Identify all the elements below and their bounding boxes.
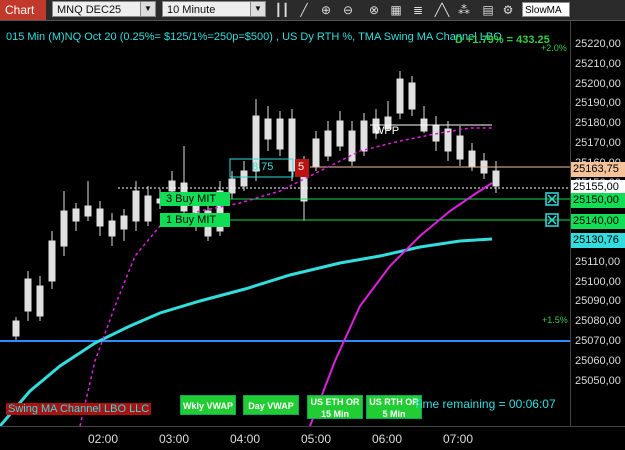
candle-body: [240, 170, 248, 187]
candle-body: [360, 120, 368, 152]
pct-2-label: +2.0%: [541, 43, 567, 53]
price-ladder-icon[interactable]: ≣: [410, 2, 426, 18]
candle-body: [468, 150, 476, 168]
indicator-input[interactable]: SlowMA: [522, 2, 570, 17]
zoom-in-icon[interactable]: ⊕: [318, 2, 334, 18]
price-tick: 25220,00: [575, 38, 621, 50]
chart-canvas: [0, 71, 570, 426]
candle-body: [36, 285, 44, 317]
price-tick: 25050,00: [575, 374, 621, 387]
indicators-icon[interactable]: ╱╲: [434, 2, 450, 18]
us-eth-or-button[interactable]: US ETH OR 15 Min: [307, 395, 363, 419]
chevron-down-icon[interactable]: ▼: [250, 2, 265, 16]
candle-body: [84, 205, 92, 217]
draw-line-icon[interactable]: ╱: [296, 2, 312, 18]
candle-body: [456, 135, 464, 160]
candle-body: [408, 82, 416, 110]
candle-body: [96, 208, 104, 227]
time-axis[interactable]: 02:00 03:00 04:00 05:00 06:00 07:00: [0, 426, 625, 450]
price-axis[interactable]: 25220,00 25210,00 25200,00 25190,00 25180,00…: [570, 21, 625, 426]
chevron-down-icon[interactable]: ▼: [140, 2, 155, 16]
price-tick: 25060,00: [575, 354, 621, 367]
instrument-value: MNQ DEC25: [57, 4, 122, 16]
price-tick: 25100,00: [575, 275, 621, 288]
strategy-label: Swing MA Channel LBO LLC: [6, 403, 152, 415]
chart-tab[interactable]: Chart: [0, 0, 46, 20]
candle-body: [276, 118, 284, 150]
time-tick: 04:00: [230, 432, 261, 446]
time-tick: 03:00: [159, 432, 190, 446]
interval-value: 10 Minute: [167, 4, 216, 16]
chart-toolbar: Chart MNQ DEC25 ▼ 10 Minute ▼ ┃┃ ╱ ⊕ ⊖ ⊗…: [0, 0, 625, 21]
candle-body: [132, 190, 140, 222]
candle-body: [264, 118, 272, 140]
candle-body: [12, 320, 20, 337]
candle-body: [24, 278, 32, 312]
candle-body: [48, 240, 56, 282]
candle-body: [336, 120, 344, 147]
candle-body: [396, 78, 404, 114]
magenta-ma-curve: [309, 182, 493, 426]
data-box-icon[interactable]: ▦: [388, 2, 404, 18]
candle-body: [120, 215, 128, 230]
price-chart-area[interactable]: 015 Min (M)NQ Oct 20 (0.25%= $125/1%=250…: [0, 21, 570, 426]
time-tick: 06:00: [372, 432, 403, 446]
price-marker-label: 25163,75: [571, 162, 625, 177]
buy-mit-order-1[interactable]: 1 Buy MIT: [160, 213, 230, 227]
candle-body: [324, 130, 332, 157]
price-tick: 25190,00: [575, 97, 621, 110]
strategies-icon[interactable]: ⁂: [456, 2, 472, 18]
interval-selector[interactable]: 10 Minute ▼: [162, 1, 266, 17]
price-marker-label: 25140,00: [571, 214, 625, 229]
candle-body: [228, 178, 236, 194]
candle-body: [492, 170, 500, 187]
candle-body: [288, 118, 296, 172]
price-marker-label: 25130,76: [571, 233, 625, 248]
settings-icon[interactable]: ⚙: [500, 2, 516, 18]
candle-body: [168, 180, 176, 192]
candle-body: [312, 138, 320, 167]
daily-change-label: D +1.79% = 433.25: [455, 34, 550, 46]
price-tick: 25070,00: [575, 335, 621, 347]
weekly-vwap-button[interactable]: Wkly VWAP: [180, 395, 236, 415]
price-tick: 25200,00: [575, 77, 621, 90]
time-remaining: Time remaining = 00:06:07: [413, 397, 556, 411]
time-tick: 07:00: [443, 432, 474, 446]
price-tick: 25110,00: [575, 255, 621, 268]
properties-icon[interactable]: ▤: [480, 2, 496, 18]
price-tick: 25170,00: [575, 137, 621, 149]
buy-mit-order-3[interactable]: 3 Buy MIT: [160, 192, 230, 206]
time-tick: 05:00: [301, 432, 332, 446]
day-vwap-button[interactable]: Day VWAP: [243, 395, 299, 415]
zoom-out-icon[interactable]: ⊖: [340, 2, 356, 18]
qty-red-label[interactable]: 5: [298, 161, 304, 173]
candle-body: [108, 220, 116, 237]
candle-body: [432, 124, 440, 142]
price-marker-label: 25150,00: [571, 193, 625, 208]
candle-body: [60, 210, 68, 247]
bar-style-icon[interactable]: ┃┃: [274, 2, 290, 18]
pct-15-label: +1.5%: [542, 315, 568, 325]
crosshair-icon[interactable]: ⊗: [366, 2, 382, 18]
price-tick: 25090,00: [575, 295, 621, 308]
wpp-label: WPP: [374, 125, 400, 137]
instrument-selector[interactable]: MNQ DEC25 ▼: [52, 1, 156, 17]
price-tick: 25080,00: [575, 315, 621, 328]
candle-body: [144, 195, 152, 222]
time-tick: 02:00: [88, 432, 119, 446]
candle-body: [72, 208, 80, 222]
qty-box-label[interactable]: 8,75: [252, 161, 273, 173]
price-tick: 25210,00: [575, 57, 621, 70]
price-tick: 25180,00: [575, 117, 621, 130]
chart-title: 015 Min (M)NQ Oct 20 (0.25%= $125/1%=250…: [6, 31, 502, 43]
